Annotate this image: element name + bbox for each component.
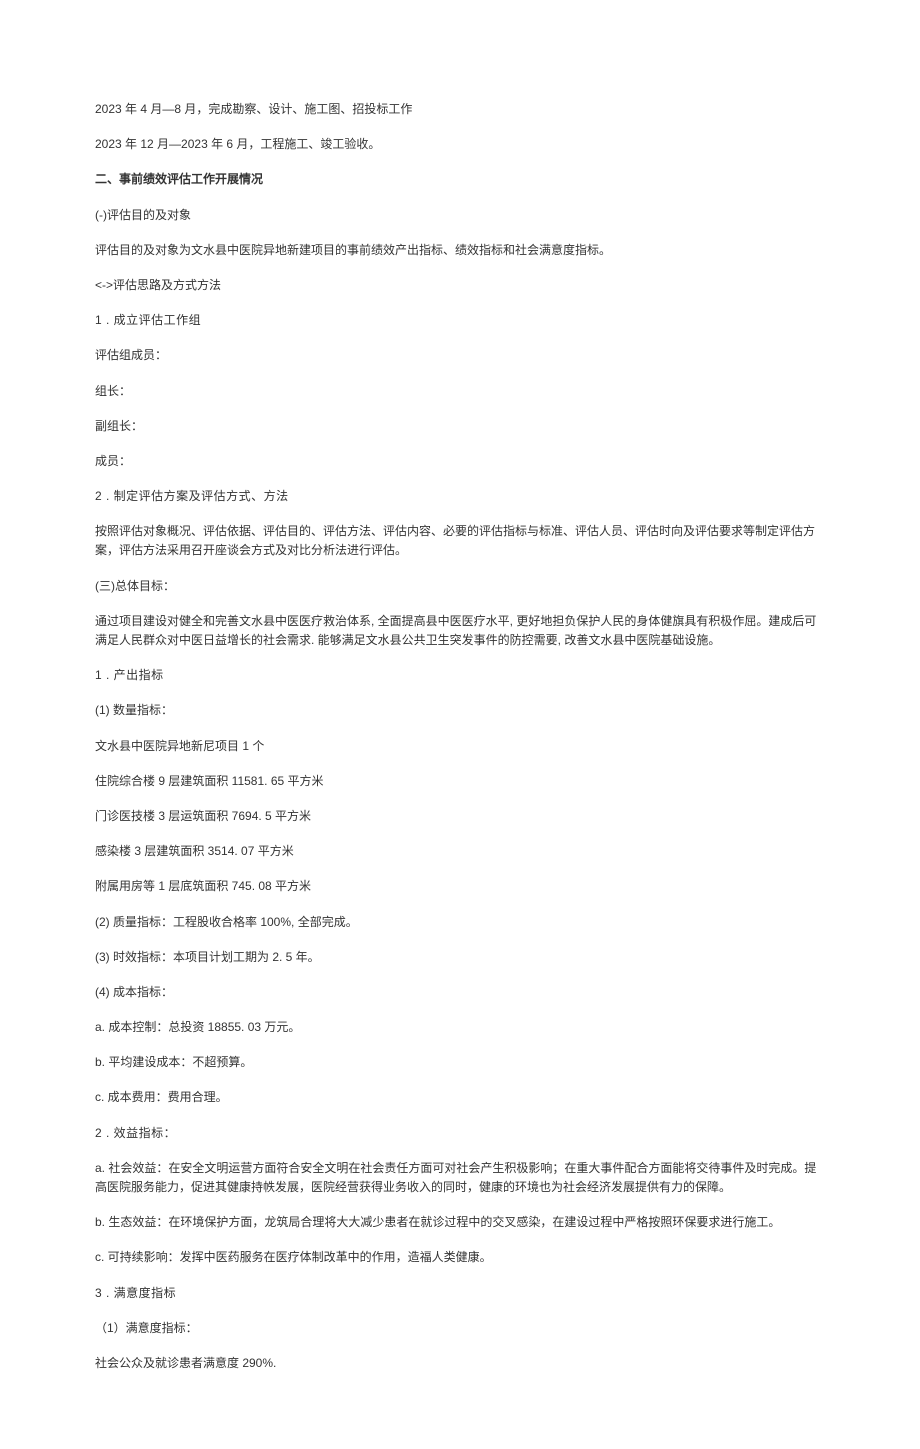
item-2-heading: 2 . 制定评估方案及评估方式、方法 <box>95 487 825 506</box>
subsection-2-heading: <->评估思路及方式方法 <box>95 276 825 295</box>
cost-expense-text: c. 成本费用：费用合理。 <box>95 1088 825 1107</box>
time-indicator-text: (3) 时效指标：本项目计划工期为 2. 5 年。 <box>95 948 825 967</box>
eval-group-members-label: 评估组成员： <box>95 346 825 365</box>
schedule-line-1: 2023 年 4 月—8 月，完成勘察、设计、施工图、招投标工作 <box>95 100 825 119</box>
auxiliary-building-text: 附属用房等 1 层底筑面积 745. 08 平方米 <box>95 877 825 896</box>
sustainable-impact-text: c. 可持续影响：发挥中医药服务在医疗体制改革中的作用，造福人类健康。 <box>95 1248 825 1267</box>
social-benefit-text: a. 社会效益：在安全文明运营方面符合安全文明在社会责任方面可对社会产生积极影响… <box>95 1159 825 1197</box>
infection-building-text: 感染楼 3 层建筑面积 3514. 07 平方米 <box>95 842 825 861</box>
members-label: 成员： <box>95 452 825 471</box>
section-2-heading: 二、事前绩效评估工作开展情况 <box>95 170 825 189</box>
avg-cost-text: b. 平均建设成本：不超预算。 <box>95 1053 825 1072</box>
schedule-line-2: 2023 年 12 月—2023 年 6 月，工程施工、竣工验收。 <box>95 135 825 154</box>
cost-indicator-label: (4) 成本指标： <box>95 983 825 1002</box>
outpatient-building-text: 门诊医技楼 3 层运筑面积 7694. 5 平方米 <box>95 807 825 826</box>
inpatient-building-text: 住院综合楼 9 层建筑面积 11581. 65 平方米 <box>95 772 825 791</box>
quality-indicator-text: (2) 质量指标：工程股收合格率 100%, 全部完成。 <box>95 913 825 932</box>
project-count-text: 文水县中医院异地新尼项目 1 个 <box>95 737 825 756</box>
benefit-indicator-heading: 2 . 效益指标： <box>95 1124 825 1143</box>
eval-purpose-text: 评估目的及对象为文水县中医院异地新建项目的事前绩效产出指标、绩效指标和社会满意度… <box>95 241 825 260</box>
subsection-1-heading: (-)评估目的及对象 <box>95 206 825 225</box>
item-1-heading: 1 . 成立评估工作组 <box>95 311 825 330</box>
subsection-3-heading: (三)总体目标： <box>95 577 825 596</box>
satisfaction-indicator-heading: 3 . 满意度指标 <box>95 1284 825 1303</box>
eco-benefit-text: b. 生态效益：在环境保护方面，龙筑局合理将大大减少患者在就诊过程中的交叉感染，… <box>95 1213 825 1232</box>
quantity-indicator-label: (1) 数量指标： <box>95 701 825 720</box>
output-indicator-heading: 1 . 产出指标 <box>95 666 825 685</box>
deputy-leader-label: 副组长： <box>95 417 825 436</box>
overall-goal-text: 通过项目建设对健全和完善文水县中医医疗救治体系, 全面提高县中医医疗水平, 更好… <box>95 612 825 650</box>
satisfaction-indicator-label: （1）满意度指标： <box>95 1319 825 1338</box>
eval-plan-text: 按照评估对象概况、评估依据、评估目的、评估方法、评估内容、必要的评估指标与标准、… <box>95 522 825 560</box>
cost-control-text: a. 成本控制：总投资 18855. 03 万元。 <box>95 1018 825 1037</box>
satisfaction-value-text: 社会公众及就诊患者满意度 290%. <box>95 1354 825 1373</box>
group-leader-label: 组长： <box>95 382 825 401</box>
